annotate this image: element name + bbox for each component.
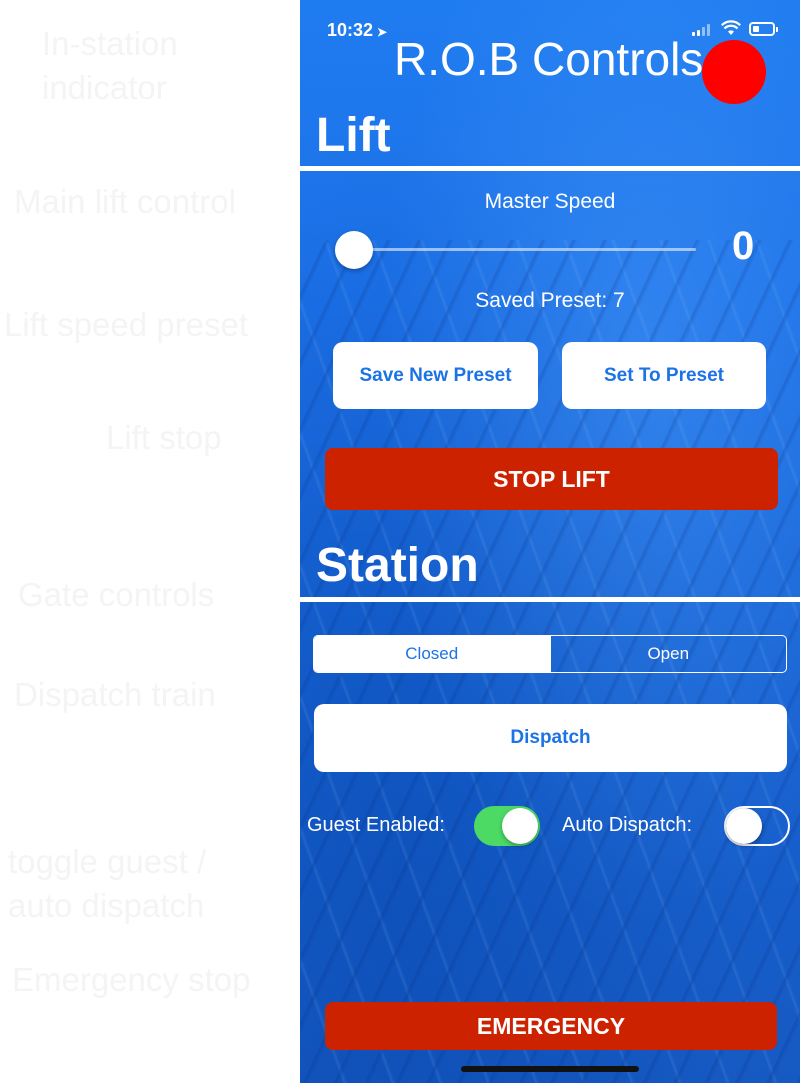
auto-dispatch-toggle[interactable]	[724, 806, 790, 846]
guest-enabled-label: Guest Enabled:	[307, 814, 445, 836]
annotation-main-lift-control: Main lift control	[14, 183, 236, 220]
lift-divider	[300, 166, 800, 171]
annotation-dispatch-train: Dispatch train	[14, 676, 216, 713]
annotation-lift-stop: Lift stop	[106, 419, 222, 456]
in-station-indicator	[702, 40, 766, 104]
saved-preset-label: Saved Preset: 7	[475, 289, 625, 312]
stop-lift-button[interactable]: STOP LIFT	[325, 448, 778, 510]
emergency-button[interactable]: EMERGENCY	[325, 1002, 777, 1050]
guest-enabled-toggle-knob	[502, 808, 538, 844]
master-speed-slider[interactable]	[354, 248, 696, 251]
dispatch-button[interactable]: Dispatch	[314, 704, 787, 772]
app-title: R.O.B Controls	[394, 33, 704, 85]
lift-heading: Lift	[316, 109, 391, 162]
status-time-text: 10:32	[327, 20, 374, 40]
master-speed-slider-thumb[interactable]	[335, 231, 373, 269]
annotation-lift-speed-preset: Lift speed preset	[4, 306, 248, 343]
guest-enabled-toggle[interactable]	[474, 806, 540, 846]
annotation-in-station-indicator: In-station indicator	[42, 25, 178, 106]
location-arrow-icon: ➤	[377, 25, 388, 39]
station-divider	[300, 597, 800, 602]
save-new-preset-button[interactable]: Save New Preset	[333, 342, 538, 409]
app-screen: 10:32 ➤ R.O.B Controls Lift Master Speed …	[300, 0, 800, 1083]
gate-segmented-control[interactable]: Closed Open	[313, 635, 787, 673]
battery-icon	[749, 22, 778, 36]
annotation-emergency-stop: Emergency stop	[12, 961, 251, 998]
home-indicator[interactable]	[461, 1066, 639, 1072]
gate-option-open[interactable]: Open	[549, 636, 787, 672]
station-heading: Station	[316, 539, 479, 592]
auto-dispatch-label: Auto Dispatch:	[562, 814, 693, 836]
wifi-icon	[721, 20, 741, 35]
annotation-gate-controls: Gate controls	[18, 576, 215, 613]
master-speed-value: 0	[732, 224, 755, 268]
status-bar-time: 10:32 ➤	[327, 20, 387, 41]
set-to-preset-button[interactable]: Set To Preset	[562, 342, 766, 409]
annotation-toggle-guest-auto: toggle guest / auto dispatch	[8, 843, 207, 924]
auto-dispatch-toggle-knob	[726, 808, 762, 844]
gate-option-closed[interactable]: Closed	[314, 636, 550, 672]
master-speed-label: Master Speed	[484, 190, 616, 213]
